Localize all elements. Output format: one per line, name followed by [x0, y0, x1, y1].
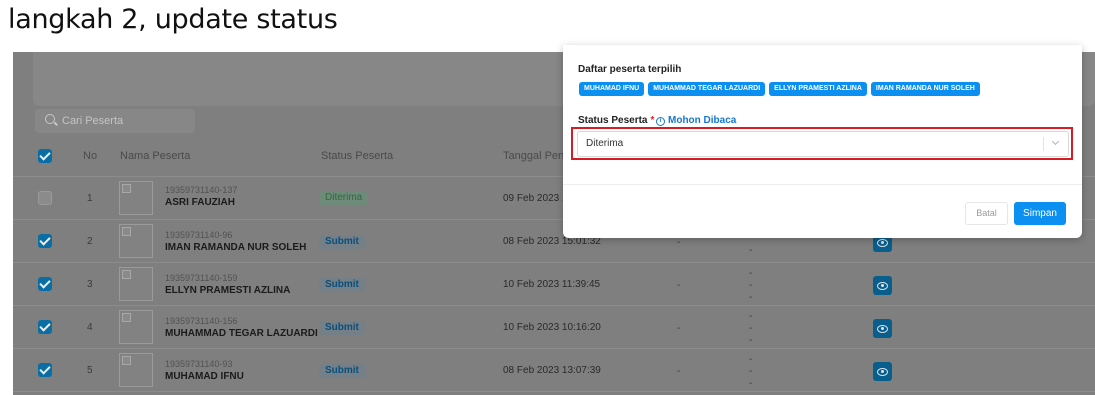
selected-participants-title: Daftar peserta terpilih	[578, 64, 682, 75]
participant-chip: MUHAMMAD TEGAR LAZUARDI	[648, 82, 766, 96]
select-all-checkbox[interactable]	[38, 149, 52, 163]
read-info-link[interactable]: i Mohon Dibaca	[656, 115, 736, 126]
header-status: Status Peserta	[321, 150, 394, 162]
modal-divider	[563, 184, 1082, 185]
participant-name: ELLYN PRAMESTI AZLINA	[165, 285, 291, 296]
avatar	[119, 353, 153, 387]
empty-cell: -	[749, 268, 753, 279]
info-icon: i	[656, 117, 665, 126]
required-mark: *	[650, 115, 655, 126]
avatar	[119, 181, 153, 215]
participant-name: IMAN RAMANDA NUR SOLEH	[165, 242, 307, 253]
empty-cell: -	[677, 280, 681, 291]
empty-cell: -	[749, 245, 753, 256]
row-checkbox[interactable]	[38, 363, 52, 377]
instruction-heading: langkah 2, update status	[8, 4, 338, 35]
status-badge: Submit	[319, 235, 365, 249]
status-field-label: Status Peserta *	[578, 115, 654, 126]
participant-id: 19359731140-159	[165, 273, 238, 283]
status-badge: Diterima	[319, 191, 369, 205]
empty-cell: -	[749, 378, 753, 389]
registration-date: 10 Feb 2023 11:39:45	[503, 279, 601, 290]
row-no: 3	[87, 279, 93, 290]
row-no: 5	[87, 365, 93, 376]
chevron-down-icon	[1051, 137, 1060, 146]
row-checkbox[interactable]	[38, 277, 52, 291]
participant-name: MUHAMMAD TEGAR LAZUARDI	[165, 328, 318, 339]
cancel-button[interactable]: Batal	[965, 202, 1008, 225]
registration-date: 08 Feb 2023 13:07:39	[503, 365, 601, 376]
view-eye-icon[interactable]	[873, 276, 892, 295]
avatar	[119, 267, 153, 301]
avatar	[119, 310, 153, 344]
row-checkbox[interactable]	[38, 191, 52, 205]
empty-cell: -	[749, 280, 753, 291]
avatar	[119, 224, 153, 258]
row-no: 1	[87, 193, 93, 204]
participant-chip: ELLYN PRAMESTI AZLINA	[769, 82, 867, 96]
participant-name: MUHAMAD IFNU	[165, 371, 244, 382]
read-info-text: Mohon Dibaca	[668, 115, 737, 126]
status-badge: Submit	[319, 321, 365, 335]
empty-cell: -	[749, 335, 753, 346]
search-placeholder: Cari Peserta	[62, 115, 124, 127]
view-eye-icon[interactable]	[873, 362, 892, 381]
participant-id: 19359731140-93	[165, 359, 233, 369]
save-button[interactable]: Simpan	[1014, 202, 1066, 225]
status-badge: Submit	[319, 364, 365, 378]
table-row: 3 19359731140-159 ELLYN PRAMESTI AZLINA …	[13, 263, 1095, 306]
empty-cell: -	[749, 366, 753, 377]
participant-id: 19359731140-156	[165, 316, 238, 326]
empty-cell: -	[749, 311, 753, 322]
participant-name: ASRI FAUZIAH	[165, 197, 235, 208]
status-label-text: Status Peserta	[578, 115, 648, 126]
search-icon	[45, 114, 55, 124]
registration-date: 10 Feb 2023 10:16:20	[503, 322, 601, 333]
status-select-value: Diterima	[586, 138, 624, 149]
header-name: Nama Peserta	[120, 150, 191, 162]
participant-id: 19359731140-96	[165, 230, 233, 240]
selected-participants-list: MUHAMAD IFNU MUHAMMAD TEGAR LAZUARDI ELL…	[579, 82, 980, 96]
participant-id: 19359731140-137	[165, 185, 238, 195]
participant-chip: MUHAMAD IFNU	[579, 82, 645, 96]
row-checkbox[interactable]	[38, 234, 52, 248]
empty-cell: -	[749, 354, 753, 365]
select-separator	[1043, 137, 1044, 151]
participant-chip: IMAN RAMANDA NUR SOLEH	[870, 82, 980, 96]
status-badge: Submit	[319, 278, 365, 292]
header-date: Tanggal Pend	[503, 150, 571, 162]
table-row: 4 19359731140-156 MUHAMMAD TEGAR LAZUARD…	[13, 306, 1095, 349]
update-status-modal: Daftar peserta terpilih MUHAMAD IFNU MUH…	[563, 45, 1082, 238]
row-no: 2	[87, 236, 93, 247]
view-eye-icon[interactable]	[873, 319, 892, 338]
row-checkbox[interactable]	[38, 320, 52, 334]
header-no: No	[83, 150, 98, 162]
empty-cell: -	[677, 323, 681, 334]
search-input[interactable]: Cari Peserta	[35, 109, 195, 133]
status-select[interactable]: Diterima	[577, 131, 1069, 157]
empty-cell: -	[677, 366, 681, 377]
empty-cell: -	[749, 323, 753, 334]
empty-cell: -	[749, 292, 753, 303]
table-row: 5 19359731140-93 MUHAMAD IFNU Submit 08 …	[13, 349, 1095, 392]
empty-cell: -	[677, 237, 681, 248]
row-no: 4	[87, 322, 93, 333]
